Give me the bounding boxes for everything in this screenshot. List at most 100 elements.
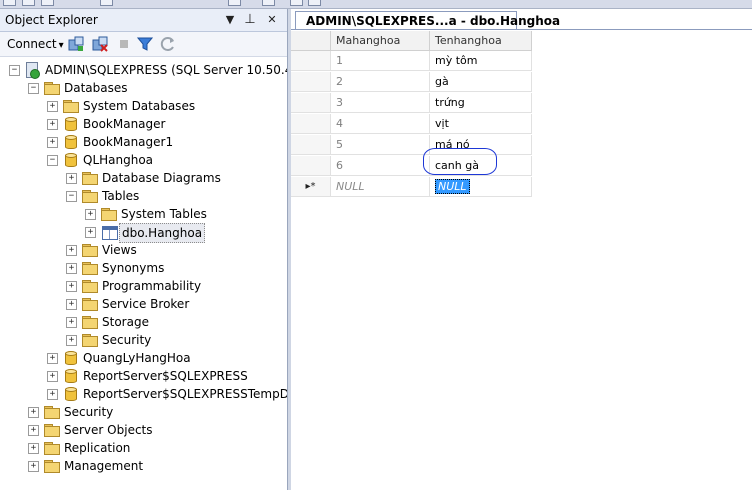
cell-tenhanghoa[interactable]: mỳ tôm bbox=[430, 51, 532, 71]
expand-icon[interactable]: + bbox=[47, 371, 58, 382]
expand-icon[interactable]: + bbox=[47, 389, 58, 400]
window-position-icon[interactable]: ▼ bbox=[222, 12, 238, 28]
row-selector[interactable] bbox=[291, 51, 331, 71]
tree-node-db-bookmanager1[interactable]: + BookManager1 bbox=[0, 133, 289, 151]
expand-icon[interactable]: + bbox=[85, 227, 96, 238]
expand-icon[interactable]: + bbox=[66, 173, 77, 184]
column-header-mahanghoa[interactable]: Mahanghoa bbox=[331, 31, 430, 51]
expand-icon[interactable]: + bbox=[47, 137, 58, 148]
expand-icon[interactable]: + bbox=[28, 461, 39, 472]
main-toolbar-strip bbox=[0, 0, 752, 9]
tree-label: dbo.Hanghoa bbox=[119, 223, 206, 243]
tree-node-databases[interactable]: − Databases bbox=[0, 79, 289, 97]
tree-node-db-qlhanghoa[interactable]: − QLHanghoa bbox=[0, 151, 289, 169]
database-icon bbox=[65, 135, 77, 149]
connect-button[interactable]: Connect ▾ bbox=[7, 37, 64, 51]
tree-node-server[interactable]: − ADMIN\SQLEXPRESS (SQL Server 10.50.400… bbox=[0, 61, 323, 79]
tree-label: Synonyms bbox=[102, 261, 165, 275]
row-selector[interactable] bbox=[291, 93, 331, 113]
database-icon bbox=[65, 387, 77, 401]
tree-node-synonyms[interactable]: + Synonyms bbox=[0, 259, 289, 277]
tree-node-server-objects[interactable]: + Server Objects bbox=[0, 421, 289, 439]
toolbar-button[interactable] bbox=[41, 0, 54, 6]
tree-node-views[interactable]: + Views bbox=[0, 241, 289, 259]
tree-node-dbo-hanghoa[interactable]: + dbo.Hanghoa bbox=[0, 223, 289, 243]
expand-icon[interactable]: + bbox=[66, 299, 77, 310]
connect-object-explorer-icon[interactable] bbox=[68, 36, 84, 52]
collapse-icon[interactable]: − bbox=[47, 155, 58, 166]
toolbar-button[interactable] bbox=[3, 0, 16, 6]
cell-tenhanghoa[interactable]: gà bbox=[430, 72, 532, 92]
expand-icon[interactable]: + bbox=[66, 281, 77, 292]
collapse-icon[interactable]: − bbox=[66, 191, 77, 202]
tree-node-storage[interactable]: + Storage bbox=[0, 313, 289, 331]
tree-node-db-security[interactable]: + Security bbox=[0, 331, 289, 349]
tree-label: Tables bbox=[102, 189, 140, 203]
new-row-marker[interactable]: ▸* bbox=[291, 177, 331, 197]
cell-mahanghoa[interactable]: 5 bbox=[331, 135, 430, 155]
column-header-tenhanghoa[interactable]: Tenhanghoa bbox=[430, 31, 532, 51]
tree-node-db-bookmanager[interactable]: + BookManager bbox=[0, 115, 289, 133]
expand-icon[interactable]: + bbox=[66, 317, 77, 328]
auto-hide-pin-icon[interactable]: ⊥ bbox=[242, 12, 258, 28]
tree-node-management[interactable]: + Management bbox=[0, 457, 289, 475]
folder-icon bbox=[82, 172, 98, 185]
cell-tenhanghoa[interactable]: vịt bbox=[430, 114, 532, 134]
expand-icon[interactable]: + bbox=[28, 425, 39, 436]
cell-mahanghoa[interactable]: 1 bbox=[331, 51, 430, 71]
filter-icon[interactable] bbox=[136, 36, 154, 52]
toolbar-button[interactable] bbox=[100, 0, 113, 6]
expand-icon[interactable]: + bbox=[28, 407, 39, 418]
tree-node-db-reportserver-tempdb[interactable]: + ReportServer$SQLEXPRESSTempDB bbox=[0, 385, 297, 403]
row-selector[interactable] bbox=[291, 114, 331, 134]
tree-node-system-databases[interactable]: + System Databases bbox=[0, 97, 289, 115]
collapse-icon[interactable]: − bbox=[28, 83, 39, 94]
tree-label: Server Objects bbox=[64, 423, 153, 437]
row-selector[interactable] bbox=[291, 135, 331, 155]
tree-node-db-reportserver[interactable]: + ReportServer$SQLEXPRESS bbox=[0, 367, 289, 385]
tab-dbo-hanghoa[interactable]: ADMIN\SQLEXPRES...a - dbo.Hanghoa bbox=[295, 11, 560, 29]
cell-mahanghoa[interactable]: 4 bbox=[331, 114, 430, 134]
tree-node-programmability[interactable]: + Programmability bbox=[0, 277, 289, 295]
toolbar-button[interactable] bbox=[262, 0, 275, 6]
cell-mahanghoa[interactable]: 2 bbox=[331, 72, 430, 92]
row-selector[interactable] bbox=[291, 156, 331, 176]
cell-editor-null[interactable]: NULL bbox=[435, 179, 470, 194]
tree-node-tables[interactable]: − Tables bbox=[0, 187, 289, 205]
cell-mahanghoa-new[interactable]: NULL bbox=[331, 177, 430, 197]
tree-node-system-tables[interactable]: + System Tables bbox=[0, 205, 289, 223]
hand-drawn-circle-annotation bbox=[423, 148, 497, 175]
expand-icon[interactable]: + bbox=[66, 263, 77, 274]
expand-icon[interactable]: + bbox=[47, 101, 58, 112]
cell-mahanghoa[interactable]: 6 bbox=[331, 156, 430, 176]
cell-tenhanghoa[interactable]: trứng bbox=[430, 93, 532, 113]
stop-icon[interactable] bbox=[116, 36, 132, 52]
tree-node-database-diagrams[interactable]: + Database Diagrams bbox=[0, 169, 289, 187]
toolbar-button[interactable] bbox=[228, 0, 241, 6]
database-icon bbox=[65, 369, 77, 383]
cell-tenhanghoa-new[interactable]: NULL bbox=[430, 177, 532, 197]
expand-icon[interactable]: + bbox=[28, 443, 39, 454]
row-header-corner[interactable] bbox=[291, 31, 331, 51]
refresh-icon[interactable] bbox=[160, 36, 176, 52]
tree-label: ReportServer$SQLEXPRESSTempDB bbox=[83, 387, 298, 401]
close-icon[interactable]: ✕ bbox=[264, 12, 280, 28]
collapse-icon[interactable]: − bbox=[9, 65, 20, 76]
tree-node-service-broker[interactable]: + Service Broker bbox=[0, 295, 289, 313]
tree-node-security[interactable]: + Security bbox=[0, 403, 289, 421]
tree-node-replication[interactable]: + Replication bbox=[0, 439, 289, 457]
cell-mahanghoa[interactable]: 3 bbox=[331, 93, 430, 113]
disconnect-icon[interactable] bbox=[92, 36, 108, 52]
toolbar-button[interactable] bbox=[290, 0, 303, 6]
toolbar-button[interactable] bbox=[308, 0, 321, 6]
expand-icon[interactable]: + bbox=[85, 209, 96, 220]
expand-icon[interactable]: + bbox=[66, 245, 77, 256]
chevron-down-icon: ▾ bbox=[58, 40, 64, 51]
expand-icon[interactable]: + bbox=[66, 335, 77, 346]
toolbar-button[interactable] bbox=[22, 0, 35, 6]
expand-icon[interactable]: + bbox=[47, 119, 58, 130]
expand-icon[interactable]: + bbox=[47, 353, 58, 364]
tree-label: Storage bbox=[102, 315, 149, 329]
tree-node-db-quanglyhanghoa[interactable]: + QuangLyHangHoa bbox=[0, 349, 289, 367]
row-selector[interactable] bbox=[291, 72, 331, 92]
